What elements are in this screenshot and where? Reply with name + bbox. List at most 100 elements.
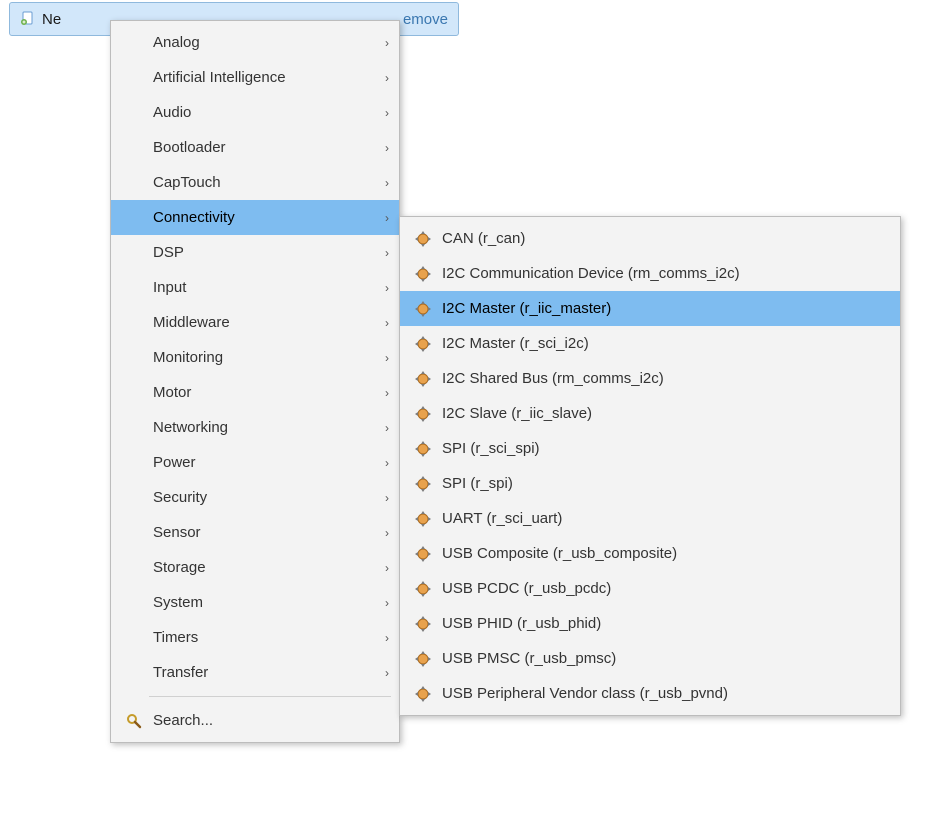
menu-item-label: Bootloader [149,139,373,156]
menu-item-label: Monitoring [149,349,373,366]
submenu-item-spi-r-sci-spi[interactable]: SPI (r_sci_spi) [400,431,900,466]
submenu-item-i2c-master-r-sci-i2c[interactable]: I2C Master (r_sci_i2c) [400,326,900,361]
submenu-item-label: USB PHID (r_usb_phid) [438,615,890,632]
submenu-item-usb-composite-r-usb-composite[interactable]: USB Composite (r_usb_composite) [400,536,900,571]
menu-item-label: Audio [149,104,373,121]
menu-item-transfer[interactable]: Transfer› [111,655,399,690]
menu-item-analog[interactable]: Analog› [111,25,399,60]
document-add-icon [20,11,36,27]
pin-cell: ▲ ▼ [848,752,868,792]
pin-label: 735 [852,106,862,121]
submenu-item-label: I2C Shared Bus (rm_comms_i2c) [438,370,890,387]
menu-item-captouch[interactable]: CapTouch› [111,165,399,200]
chevron-right-icon: › [373,246,389,260]
chevron-right-icon: › [373,281,389,295]
menu-item-bootloader[interactable]: Bootloader› [111,130,399,165]
menu-item-label: Analog [149,34,373,51]
menu-item-label: Input [149,279,373,296]
menu-item-label: Connectivity [149,209,373,226]
menu-item-security[interactable]: Security› [111,480,399,515]
remove-label-fragment: emove [403,11,448,28]
menu-item-system[interactable]: System› [111,585,399,620]
arrow-up-icon: ▲ [851,758,865,772]
menu-item-label: CapTouch [149,174,373,191]
submenu-item-usb-peripheral-vendor-class-r-usb-pvnd[interactable]: USB Peripheral Vendor class (r_usb_pvnd) [400,676,900,711]
chevron-right-icon: › [373,491,389,505]
menu-item-dsp[interactable]: DSP› [111,235,399,270]
chevron-right-icon: › [373,141,389,155]
submenu-item-i2c-shared-bus-rm-comms-i2c[interactable]: I2C Shared Bus (rm_comms_i2c) [400,361,900,396]
context-menu-secondary: CAN (r_can)I2C Communication Device (rm_… [399,216,901,716]
submenu-item-i2c-communication-device-rm-comms-i2c[interactable]: I2C Communication Device (rm_comms_i2c) [400,256,900,291]
menu-item-label: System [149,594,373,611]
menu-item-label: Search... [149,712,389,729]
submenu-item-can-r-can[interactable]: CAN (r_can) [400,221,900,256]
submenu-item-usb-pcdc-r-usb-pcdc[interactable]: USB PCDC (r_usb_pcdc) [400,571,900,606]
chevron-right-icon: › [373,456,389,470]
menu-item-label: Security [149,489,373,506]
submenu-item-usb-phid-r-usb-phid[interactable]: USB PHID (r_usb_phid) [400,606,900,641]
chevron-right-icon: › [373,421,389,435]
menu-item-motor[interactable]: Motor› [111,375,399,410]
menu-item-input[interactable]: Input› [111,270,399,305]
menu-item-storage[interactable]: Storage› [111,550,399,585]
menu-item-label: Artificial Intelligence [149,69,373,86]
chevron-right-icon: › [373,631,389,645]
pin-cell [826,752,846,792]
module-icon [408,685,438,703]
menu-item-networking[interactable]: Networking› [111,410,399,445]
menu-item-label: Storage [149,559,373,576]
menu-item-power[interactable]: Power› [111,445,399,480]
arrow-down-icon: ▼ [895,772,909,786]
submenu-item-spi-r-spi[interactable]: SPI (r_spi) [400,466,900,501]
menu-item-label: Motor [149,384,373,401]
menu-item-label: DSP [149,244,373,261]
menu-item-sensor[interactable]: Sensor› [111,515,399,550]
pin-label: 8515 [874,106,884,126]
context-menu-primary: Analog›Artificial Intelligence›Audio›Boo… [110,20,400,743]
menu-item-label: Transfer [149,664,373,681]
module-icon [408,370,438,388]
module-icon [408,545,438,563]
menu-item-artificial-intelligence[interactable]: Artificial Intelligence› [111,60,399,95]
menu-item-middleware[interactable]: Middleware› [111,305,399,340]
pin-cell: ▲ ▼ [870,752,890,792]
pin-row-small [854,180,940,198]
submenu-item-label: USB PMSC (r_usb_pmsc) [438,650,890,667]
new-stack-label: Ne [42,11,61,28]
menu-item-label: Sensor [149,524,373,541]
submenu-item-i2c-master-r-iic-master[interactable]: I2C Master (r_iic_master) [400,291,900,326]
submenu-item-label: SPI (r_sci_spi) [438,440,890,457]
chevron-right-icon: › [373,561,389,575]
module-icon [408,475,438,493]
arrow-up-icon: ▲ [875,138,889,152]
submenu-item-label: I2C Slave (r_iic_slave) [438,405,890,422]
chevron-right-icon: › [373,596,389,610]
menu-item-label: Power [149,454,373,471]
submenu-item-uart-r-sci-uart[interactable]: UART (r_sci_uart) [400,501,900,536]
module-icon [408,300,438,318]
menu-item-audio[interactable]: Audio› [111,95,399,130]
pin-cell [914,752,934,792]
module-icon [408,650,438,668]
submenu-item-label: I2C Master (r_iic_master) [438,300,890,317]
chevron-right-icon: › [373,526,389,540]
submenu-item-usb-pmsc-r-usb-pmsc[interactable]: USB PMSC (r_usb_pmsc) [400,641,900,676]
pin-group-bottom: ▲ ▼ ▲ ▼ ▲ ▼ [826,752,934,792]
module-icon [408,230,438,248]
menu-item-monitoring[interactable]: Monitoring› [111,340,399,375]
arrow-down-icon: ▼ [897,152,911,166]
chevron-right-icon: › [373,386,389,400]
menu-item-connectivity[interactable]: Connectivity› [111,200,399,235]
submenu-item-i2c-slave-r-iic-slave[interactable]: I2C Slave (r_iic_slave) [400,396,900,431]
menu-item-label: Middleware [149,314,373,331]
pin-cell [916,128,936,176]
menu-item-search[interactable]: Search... [111,703,399,738]
submenu-item-label: USB Peripheral Vendor class (r_usb_pvnd) [438,685,890,702]
module-icon [408,440,438,458]
menu-item-timers[interactable]: Timers› [111,620,399,655]
arrow-up-icon: ▲ [873,758,887,772]
submenu-item-label: UART (r_sci_uart) [438,510,890,527]
module-icon [408,265,438,283]
search-icon [119,712,149,730]
